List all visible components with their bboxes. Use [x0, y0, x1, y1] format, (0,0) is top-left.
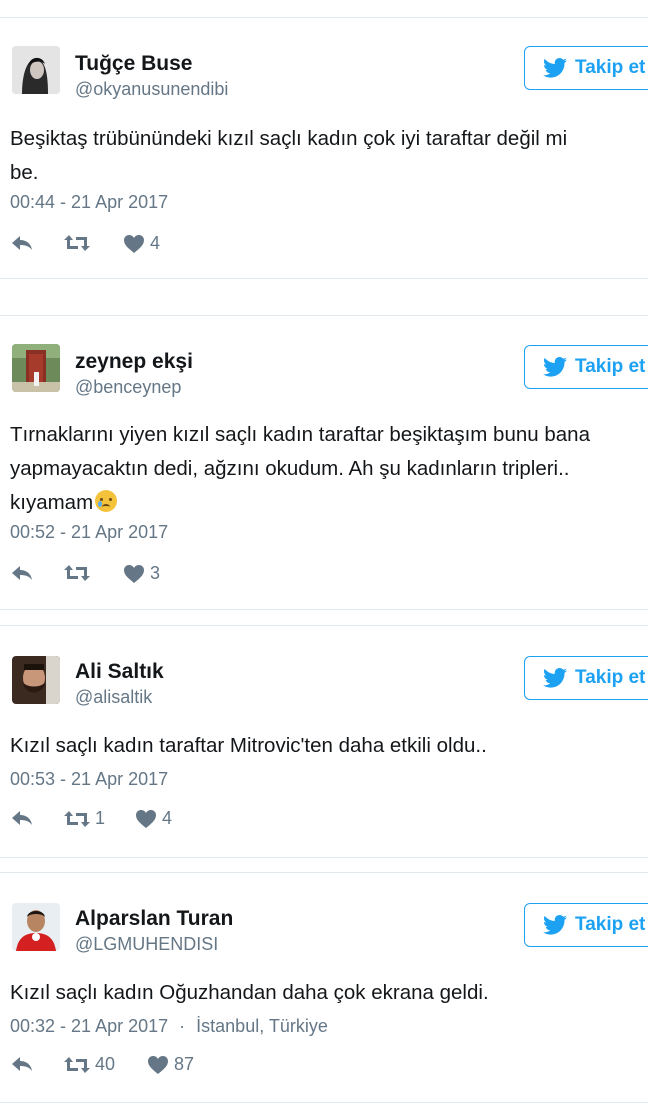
avatar[interactable] — [12, 656, 60, 704]
tweet-text-line-end: kıyamam — [10, 491, 94, 514]
follow-label: Takip et — [575, 356, 646, 377]
tweet-location[interactable]: İstanbul, Türkiye — [196, 1016, 328, 1036]
reply-icon — [12, 236, 32, 250]
user-handle[interactable]: @benceynep — [75, 377, 181, 398]
tweet-text: Kızıl saçlı kadın Oğuzhandan daha çok ek… — [10, 976, 648, 1010]
heart-icon — [136, 809, 156, 828]
crying-face-emoji-icon — [95, 490, 118, 512]
tweet-text-line: be. — [10, 161, 39, 184]
tweet-card: Tuğçe Buse @okyanusunendibi Takip et Beş… — [0, 17, 648, 279]
retweet-icon — [64, 235, 90, 251]
heart-icon — [124, 234, 144, 253]
reply-icon — [12, 566, 32, 580]
follow-label: Takip et — [575, 57, 646, 78]
meta-separator: · — [179, 1016, 186, 1036]
follow-button[interactable]: Takip et — [524, 345, 648, 389]
twitter-bird-icon — [543, 58, 567, 78]
like-count: 4 — [162, 808, 173, 828]
tweet-card: Ali Saltık @alisaltik Takip et Kızıl saç… — [0, 625, 648, 858]
like-count: 87 — [174, 1054, 195, 1074]
tweet-timestamp[interactable]: 00:52 - 21 Apr 2017 — [10, 522, 168, 543]
display-name[interactable]: zeynep ekşi — [75, 350, 193, 374]
retweet-button[interactable] — [64, 233, 95, 253]
follow-label: Takip et — [575, 914, 646, 935]
retweet-button[interactable]: 40 — [64, 1054, 115, 1075]
reply-icon — [12, 811, 32, 825]
tweet-timestamp[interactable]: 00:44 - 21 Apr 2017 — [10, 192, 168, 213]
like-button[interactable]: 87 — [147, 1054, 194, 1075]
tweet-card: Alparslan Turan @LGMUHENDISI Takip et Kı… — [0, 872, 648, 1103]
retweet-button[interactable]: 1 — [64, 808, 105, 829]
like-button[interactable]: 4 — [123, 233, 160, 254]
tweet-card: zeynep ekşi @benceynep Takip et Tırnakla… — [0, 315, 648, 610]
heart-icon — [148, 1055, 168, 1074]
follow-button[interactable]: Takip et — [524, 656, 648, 700]
reply-button[interactable] — [10, 808, 34, 828]
retweet-count: 1 — [95, 808, 106, 828]
avatar[interactable] — [12, 903, 60, 951]
like-button[interactable]: 3 — [123, 563, 160, 584]
follow-label: Takip et — [575, 667, 646, 688]
avatar[interactable] — [12, 46, 60, 94]
follow-button[interactable]: Takip et — [524, 46, 648, 90]
reply-icon — [12, 1057, 32, 1071]
follow-button[interactable]: Takip et — [524, 903, 648, 947]
tweet-text: Tırnaklarını yiyen kızıl saçlı kadın tar… — [10, 418, 648, 520]
twitter-bird-icon — [543, 915, 567, 935]
user-handle[interactable]: @LGMUHENDISI — [75, 934, 218, 955]
like-count: 3 — [150, 563, 161, 583]
twitter-bird-icon — [543, 357, 567, 377]
tweet-text: Kızıl saçlı kadın taraftar Mitrovic'ten … — [10, 729, 648, 763]
retweet-count: 40 — [95, 1054, 116, 1074]
heart-icon — [124, 564, 144, 583]
display-name[interactable]: Ali Saltık — [75, 660, 164, 684]
tweet-text: Beşiktaş trübünündeki kızıl saçlı kadın … — [10, 122, 648, 190]
tweet-text-line: Kızıl saçlı kadın Oğuzhandan daha çok ek… — [10, 981, 489, 1004]
retweet-icon — [64, 810, 90, 827]
tweet-timestamp[interactable]: 00:32 - 21 Apr 2017 — [10, 1016, 168, 1036]
like-button[interactable]: 4 — [135, 808, 172, 829]
retweet-icon — [64, 565, 90, 581]
user-handle[interactable]: @alisaltik — [75, 687, 152, 708]
tweet-meta: 00:32 - 21 Apr 2017 · İstanbul, Türkiye — [10, 1016, 328, 1037]
display-name[interactable]: Alparslan Turan — [75, 907, 233, 931]
tweet-text-line: Beşiktaş trübünündeki kızıl saçlı kadın … — [10, 127, 568, 150]
like-count: 4 — [150, 233, 161, 253]
retweet-icon — [64, 1056, 90, 1073]
reply-button[interactable] — [10, 1054, 34, 1074]
user-handle[interactable]: @okyanusunendibi — [75, 79, 228, 100]
reply-button[interactable] — [10, 233, 34, 253]
reply-button[interactable] — [10, 563, 34, 583]
tweet-text-line: kıyamam — [10, 486, 648, 520]
display-name[interactable]: Tuğçe Buse — [75, 52, 192, 76]
tweet-text-line: Kızıl saçlı kadın taraftar Mitrovic'ten … — [10, 734, 487, 757]
twitter-bird-icon — [543, 668, 567, 688]
retweet-button[interactable] — [64, 563, 95, 583]
avatar[interactable] — [12, 344, 60, 392]
tweet-timestamp[interactable]: 00:53 - 21 Apr 2017 — [10, 769, 168, 790]
tweet-text-line: yapmayacaktın dedi, ağzını okudum. Ah şu… — [10, 457, 570, 480]
tweet-text-line: Tırnaklarını yiyen kızıl saçlı kadın tar… — [10, 423, 590, 446]
